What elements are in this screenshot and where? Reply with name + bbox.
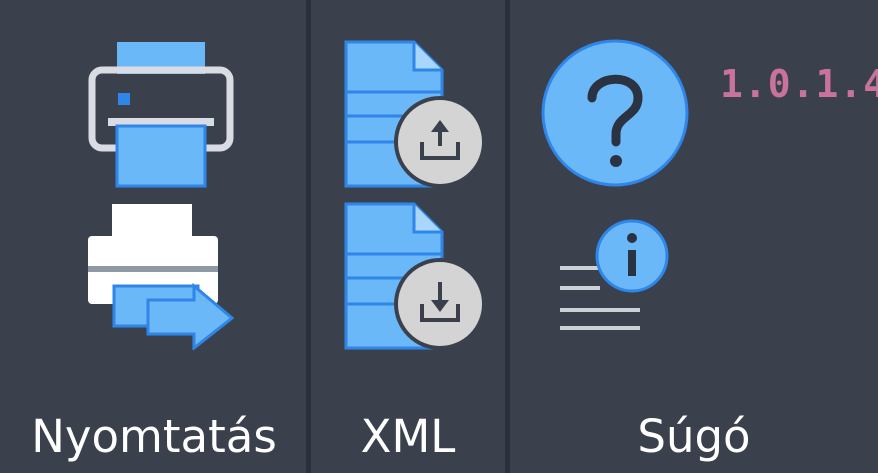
version-label: 1.0.1.4 [720, 62, 878, 106]
print-export-button[interactable] [84, 200, 234, 350]
group-label-help: Súgó [637, 410, 751, 463]
print-to-file-icon [88, 204, 234, 350]
help-button[interactable] [540, 38, 690, 188]
printer-icon [88, 42, 234, 188]
xml-upload-button[interactable] [342, 40, 492, 192]
info-icon [560, 219, 669, 330]
xml-download-icon [344, 202, 486, 350]
print-button[interactable] [84, 38, 234, 190]
group-label-xml: XML [360, 410, 456, 463]
info-button[interactable] [556, 218, 676, 338]
ribbon: Nyomtatás XML Súgó 1.0.1.4 [0, 0, 878, 473]
group-label-print: Nyomtatás [31, 410, 277, 463]
xml-upload-icon [344, 40, 486, 188]
xml-group: XML [311, 0, 505, 473]
xml-download-button[interactable] [342, 202, 492, 354]
question-mark-icon [541, 39, 689, 187]
print-group: Nyomtatás [0, 0, 308, 473]
